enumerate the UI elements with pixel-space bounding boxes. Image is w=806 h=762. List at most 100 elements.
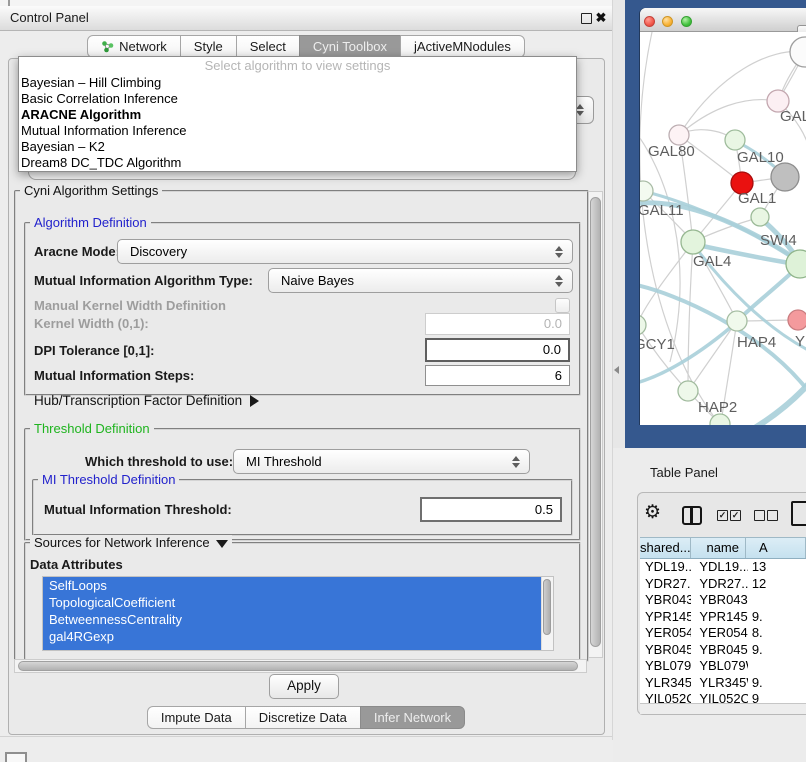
tab-label: Network bbox=[119, 36, 167, 57]
columns-icon[interactable] bbox=[682, 506, 702, 525]
table-row[interactable]: YIL052CYIL052C9 bbox=[640, 691, 806, 703]
split-collapse-icon[interactable] bbox=[614, 366, 619, 374]
dpi-tolerance-field[interactable]: 0.0 bbox=[425, 338, 570, 362]
tab-infer-network[interactable]: Infer Network bbox=[360, 706, 465, 729]
manual-kernel-width-checkbox[interactable] bbox=[555, 298, 570, 313]
tab-style[interactable]: Style bbox=[180, 35, 237, 58]
gear-icon[interactable]: ⚙ bbox=[644, 501, 661, 525]
mi-steps-label: Mutual Information Steps: bbox=[34, 365, 194, 386]
table-row[interactable]: YER054CYER054C8. bbox=[640, 625, 806, 642]
mi-threshold-field[interactable]: 0.5 bbox=[420, 497, 562, 522]
network-node[interactable] bbox=[669, 125, 689, 145]
algorithm-option-bayesian-hill-climbing[interactable]: Bayesian – Hill Climbing bbox=[19, 75, 576, 91]
close-panel-icon[interactable]: ✖ bbox=[592, 8, 610, 28]
network-node[interactable] bbox=[640, 315, 646, 335]
apply-button[interactable]: Apply bbox=[269, 674, 339, 699]
node-label-hap2: HAP2 bbox=[698, 399, 737, 416]
table-row[interactable]: YBL079WYBL079W bbox=[640, 658, 806, 675]
table-mode-icon[interactable] bbox=[791, 501, 806, 526]
data-attributes-list[interactable]: SelfLoopsTopologicalCoefficientBetweenne… bbox=[42, 576, 554, 651]
settings-vertical-thumb[interactable] bbox=[590, 197, 601, 647]
table-header: shared...nameA bbox=[640, 537, 806, 559]
table-panel-title: Table Panel bbox=[650, 464, 718, 482]
tab-label: Cyni Toolbox bbox=[313, 36, 387, 57]
table-row[interactable]: YPR145WYPR145W9. bbox=[640, 609, 806, 626]
network-node[interactable] bbox=[681, 230, 705, 254]
table-cell: YDR27... bbox=[691, 576, 747, 593]
table-row[interactable]: YDR27...YDR27...12 bbox=[640, 576, 806, 593]
network-node[interactable] bbox=[790, 37, 806, 67]
table-row[interactable]: YDL19...YDL19...13 bbox=[640, 559, 806, 576]
attribute-item[interactable] bbox=[43, 645, 548, 651]
list-scrollbar-thumb[interactable] bbox=[543, 579, 551, 635]
stepper-icon bbox=[576, 103, 585, 117]
table-cell: YPR145W bbox=[640, 609, 691, 626]
expanded-arrow-icon bbox=[216, 540, 228, 548]
network-canvas[interactable]: GALGAL80GAL10GAL1GAL11GAL4SWI4HAP4YGCY1H… bbox=[640, 32, 806, 425]
tab-impute-data[interactable]: Impute Data bbox=[147, 706, 246, 729]
kernel-width-field[interactable]: 0.0 bbox=[425, 313, 570, 335]
column-header-name[interactable]: name bbox=[691, 538, 746, 559]
column-header-shared[interactable]: shared... bbox=[640, 538, 691, 559]
network-node[interactable] bbox=[751, 208, 769, 226]
dpi-tolerance-label: DPI Tolerance [0,1]: bbox=[34, 339, 154, 362]
algorithm-combobox-edge[interactable] bbox=[574, 96, 594, 124]
stepper-icon bbox=[555, 274, 564, 288]
mi-algorithm-type-select[interactable]: Naive Bayes bbox=[268, 268, 573, 293]
algorithm-option-mutual-information-inference[interactable]: Mutual Information Inference bbox=[19, 123, 576, 139]
hub-definition-toggle[interactable]: Hub/Transcription Factor Definition bbox=[34, 392, 259, 410]
network-node[interactable] bbox=[771, 163, 799, 191]
table-cell: 12 bbox=[748, 576, 806, 593]
tab-cyni-toolbox[interactable]: Cyni Toolbox bbox=[299, 35, 401, 58]
network-edge[interactable] bbox=[689, 321, 737, 390]
algorithm-option-bayesian-k2[interactable]: Bayesian – K2 bbox=[19, 139, 576, 155]
attribute-item[interactable]: TopologicalCoefficient bbox=[43, 594, 548, 611]
window-close-icon[interactable] bbox=[644, 16, 655, 27]
table-row[interactable]: YBR043CYBR043C bbox=[640, 592, 806, 609]
table-row[interactable]: YLR345WYLR345W9. bbox=[640, 675, 806, 692]
which-threshold-select[interactable]: MI Threshold bbox=[233, 449, 530, 474]
table-horizontal-scrollbar[interactable] bbox=[640, 703, 806, 714]
list-scrollbar[interactable] bbox=[541, 577, 553, 650]
float-panel-icon[interactable] bbox=[581, 13, 592, 24]
tab-jactivemnodules[interactable]: jActiveMNodules bbox=[400, 35, 525, 58]
settings-horizontal-thumb[interactable] bbox=[18, 661, 578, 671]
algorithm-option-dream8-dc-tdc-algorithm[interactable]: Dream8 DC_TDC Algorithm bbox=[19, 155, 576, 171]
table-cell bbox=[748, 592, 806, 609]
network-edge[interactable] bbox=[640, 242, 693, 324]
bottom-tabstrip: Impute DataDiscretize DataInfer Network bbox=[0, 706, 612, 729]
attribute-item[interactable]: BetweennessCentrality bbox=[43, 611, 548, 628]
table-cell: YER054C bbox=[640, 625, 691, 642]
network-node[interactable] bbox=[678, 381, 698, 401]
algorithm-option-basic-correlation-inference[interactable]: Basic Correlation Inference bbox=[19, 91, 576, 107]
table-cell: 9. bbox=[748, 609, 806, 626]
unchecked-box-icon[interactable] bbox=[754, 510, 765, 521]
tab-select[interactable]: Select bbox=[236, 35, 300, 58]
network-window[interactable]: GALGAL80GAL10GAL1GAL11GAL4SWI4HAP4YGCY1H… bbox=[640, 8, 806, 425]
attribute-item[interactable]: SelfLoops bbox=[43, 577, 548, 594]
table-row[interactable]: YBR045CYBR045C9. bbox=[640, 642, 806, 659]
table-cell: 9 bbox=[748, 691, 806, 703]
table-cell: 8. bbox=[748, 625, 806, 642]
column-header-a[interactable]: A bbox=[746, 538, 806, 559]
network-node[interactable] bbox=[788, 310, 806, 330]
tab-network[interactable]: Network bbox=[87, 35, 181, 58]
checked-box-icon[interactable]: ✓ bbox=[717, 510, 728, 521]
window-minimize-icon[interactable] bbox=[662, 16, 673, 27]
window-zoom-icon[interactable] bbox=[681, 16, 692, 27]
aracne-mode-select[interactable]: Discovery bbox=[117, 239, 573, 264]
minimized-panel-icon[interactable] bbox=[5, 752, 27, 762]
algorithm-option-aracne-algorithm[interactable]: ARACNE Algorithm bbox=[19, 107, 576, 123]
sources-toggle[interactable]: Sources for Network Inference bbox=[30, 535, 232, 550]
unchecked-box-icon[interactable] bbox=[767, 510, 778, 521]
network-node[interactable] bbox=[727, 311, 747, 331]
attribute-item[interactable]: gal4RGexp bbox=[43, 628, 548, 645]
network-node[interactable] bbox=[725, 130, 745, 150]
checked-box-icon[interactable]: ✓ bbox=[730, 510, 741, 521]
table-cell: 9. bbox=[748, 642, 806, 659]
tab-discretize-data[interactable]: Discretize Data bbox=[245, 706, 361, 729]
table-cell: YBR045C bbox=[691, 642, 747, 659]
algorithm-dropdown-list: Bayesian – Hill ClimbingBasic Correlatio… bbox=[19, 75, 576, 171]
mi-steps-field[interactable]: 6 bbox=[425, 365, 570, 386]
algorithm-dropdown-popup: Select algorithm to view settings Bayesi… bbox=[18, 56, 577, 172]
